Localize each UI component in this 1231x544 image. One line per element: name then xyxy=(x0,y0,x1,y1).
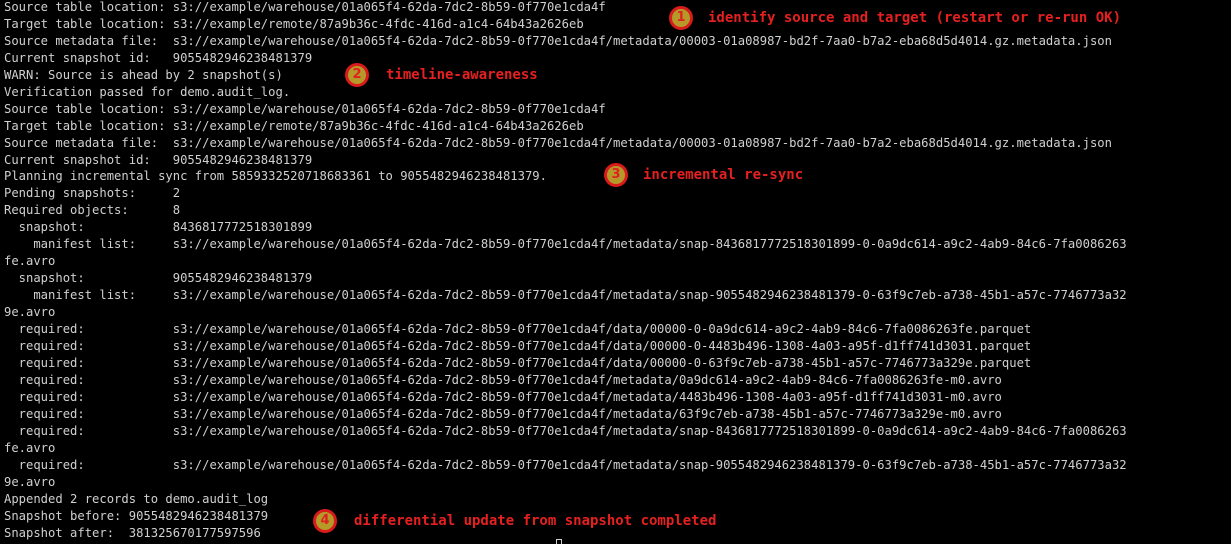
output-line: Planning incremental sync from 585933252… xyxy=(4,169,547,183)
output-line: required: s3://example/warehouse/01a065f… xyxy=(4,339,1032,353)
mouse-cursor xyxy=(556,539,562,544)
output-line: Verification passed for demo.audit_log. xyxy=(4,85,291,99)
output-line: Appended 2 records to demo.audit_log xyxy=(4,492,269,506)
output-line: required: s3://example/warehouse/01a065f… xyxy=(4,458,1127,472)
output-line: manifest list: s3://example/warehouse/01… xyxy=(4,288,1127,302)
output-line: Source metadata file: s3://example/wareh… xyxy=(4,136,1112,150)
output-line: Source table location: s3://example/ware… xyxy=(4,102,606,116)
output-line: required: s3://example/warehouse/01a065f… xyxy=(4,390,1002,404)
output-line: Source metadata file: s3://example/wareh… xyxy=(4,34,1112,48)
step-2-badge: 2 xyxy=(345,63,369,87)
step-2-annotation: timeline-awareness xyxy=(386,67,538,83)
output-line: Snapshot before: 9055482946238481379 xyxy=(4,509,269,523)
step-1-annotation: identify source and target (restart or r… xyxy=(708,10,1122,26)
step-3-badge: 3 xyxy=(604,163,628,187)
step-4-badge: 4 xyxy=(313,509,337,533)
output-line: manifest list: s3://example/warehouse/01… xyxy=(4,237,1127,251)
output-line: WARN: Source is ahead by 2 snapshot(s) xyxy=(4,68,283,82)
terminal-window[interactable]: Source table location: s3://example/ware… xyxy=(0,0,1231,544)
output-line: Source table location: s3://example/ware… xyxy=(4,0,606,14)
output-line: required: s3://example/warehouse/01a065f… xyxy=(4,322,1032,336)
output-line: 9e.avro xyxy=(4,475,56,489)
output-line: Current snapshot id: 9055482946238481379 xyxy=(4,51,313,65)
output-line: Snapshot after: 381325670177597596 xyxy=(4,526,261,540)
output-line: Target table location: s3://example/remo… xyxy=(4,119,584,133)
step-1-badge: 1 xyxy=(669,6,693,30)
output-line: required: s3://example/warehouse/01a065f… xyxy=(4,424,1127,438)
output-line: required: s3://example/warehouse/01a065f… xyxy=(4,356,1032,370)
output-line: fe.avro xyxy=(4,441,56,455)
output-line: required: s3://example/warehouse/01a065f… xyxy=(4,373,1002,387)
step-3-annotation: incremental re-sync xyxy=(643,167,804,183)
output-line: Pending snapshots: 2 xyxy=(4,186,181,200)
output-line: Current snapshot id: 9055482946238481379 xyxy=(4,153,313,167)
output-line: snapshot: 8436817772518301899 xyxy=(4,220,313,234)
output-line: Required objects: 8 xyxy=(4,203,181,217)
output-line: 9e.avro xyxy=(4,305,56,319)
output-line: snapshot: 9055482946238481379 xyxy=(4,271,313,285)
output-line: Target table location: s3://example/remo… xyxy=(4,17,584,31)
output-line: required: s3://example/warehouse/01a065f… xyxy=(4,407,1002,421)
output-line: fe.avro xyxy=(4,254,56,268)
step-4-annotation: differential update from snapshot comple… xyxy=(354,513,717,529)
